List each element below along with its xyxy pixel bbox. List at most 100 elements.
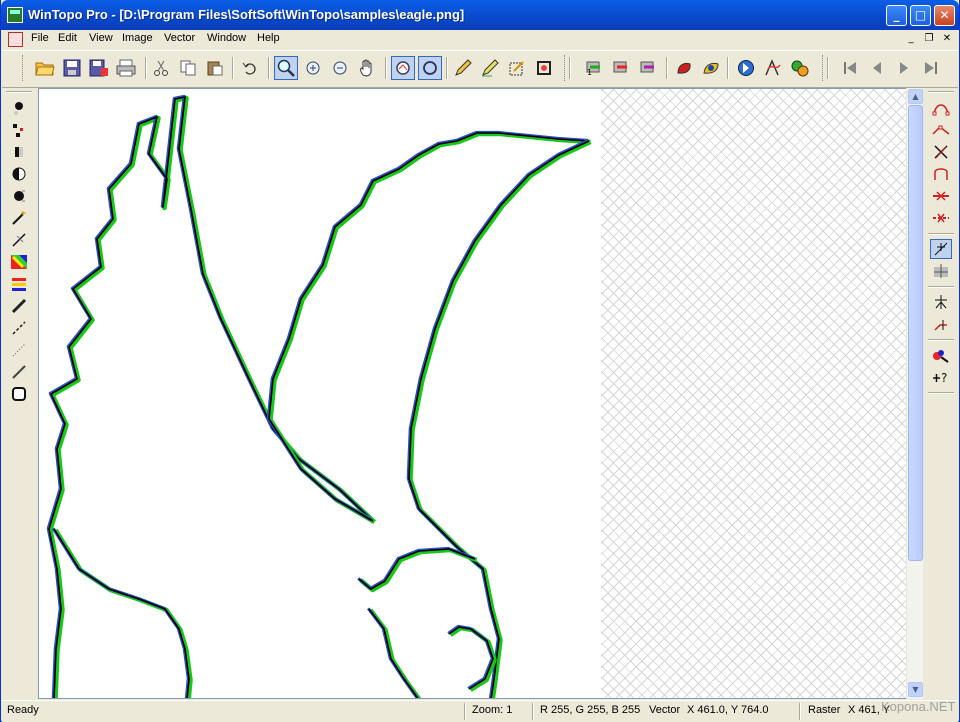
eagle-outline-stroke xyxy=(408,139,592,698)
undo-icon[interactable] xyxy=(238,56,262,80)
maximize-button[interactable]: □ xyxy=(910,5,931,26)
menu-file[interactable]: File xyxy=(31,32,49,44)
threshold-tool-icon[interactable] xyxy=(8,186,30,206)
color-stripes-icon[interactable] xyxy=(8,274,30,294)
toolbar-separator xyxy=(928,392,954,394)
menu-help[interactable]: Help xyxy=(257,32,280,44)
transform-icon[interactable] xyxy=(761,56,785,80)
color-fill-icon[interactable] xyxy=(672,56,696,80)
wand-tool-icon[interactable] xyxy=(8,208,30,228)
menu-vector[interactable]: Vector xyxy=(164,32,195,44)
toolbar-grip[interactable] xyxy=(564,55,568,81)
select-area-icon[interactable] xyxy=(505,56,529,80)
open-folder-icon[interactable] xyxy=(33,56,57,80)
grid-node-icon[interactable] xyxy=(930,261,952,281)
frame-tool-icon[interactable] xyxy=(8,384,30,404)
polyline-node-icon[interactable] xyxy=(930,120,952,140)
batch-icon[interactable] xyxy=(788,56,812,80)
print-icon[interactable] xyxy=(114,56,138,80)
scroll-down-button[interactable]: ▼ xyxy=(908,682,923,697)
scatter-tool-icon[interactable] xyxy=(8,120,30,140)
crop-icon[interactable] xyxy=(532,56,556,80)
color-swap-icon[interactable] xyxy=(699,56,723,80)
menu-window[interactable]: Window xyxy=(207,32,246,44)
zoom-icon[interactable] xyxy=(274,56,298,80)
image-canvas[interactable] xyxy=(38,88,908,699)
delete-node-icon[interactable] xyxy=(930,186,952,206)
cut-icon[interactable] xyxy=(149,56,173,80)
status-divider xyxy=(532,703,534,720)
mdi-close-button[interactable]: ✕ xyxy=(940,32,954,45)
zoom-out-icon[interactable] xyxy=(328,56,352,80)
line-edit-tool-icon[interactable] xyxy=(8,230,30,250)
title-bar[interactable]: WinTopo Pro - [D:\Program Files\SoftSoft… xyxy=(1,0,959,30)
last-page-icon[interactable] xyxy=(919,56,943,80)
toolbar-grip[interactable] xyxy=(22,55,26,81)
contrast-tool-icon[interactable] xyxy=(8,164,30,184)
close-button[interactable]: ✕ xyxy=(934,5,955,26)
eagle-outline-stroke xyxy=(268,132,590,522)
next-page-icon[interactable] xyxy=(892,56,916,80)
eagle-outline-stroke xyxy=(48,96,374,698)
save-icon[interactable] xyxy=(60,56,84,80)
copy-icon[interactable] xyxy=(176,56,200,80)
document-icon[interactable] xyxy=(8,32,23,47)
delete-segment-icon[interactable] xyxy=(930,208,952,228)
toolbar-grip[interactable] xyxy=(6,91,32,93)
thick-line-icon[interactable] xyxy=(8,296,30,316)
toolbar-separator xyxy=(928,286,954,288)
toolbar-grip[interactable] xyxy=(928,91,954,93)
window-title: WinTopo Pro - [D:\Program Files\SoftSoft… xyxy=(28,7,465,22)
status-divider xyxy=(799,703,801,720)
scroll-thumb[interactable] xyxy=(908,105,923,561)
join-node-icon[interactable] xyxy=(930,314,952,334)
select-node-icon[interactable] xyxy=(930,239,952,259)
vertical-scrollbar[interactable]: ▲ ▼ xyxy=(906,88,923,699)
first-page-icon[interactable] xyxy=(838,56,862,80)
menu-bar: File Edit View Image Vector Window Help … xyxy=(2,30,958,49)
mdi-minimize-button[interactable]: _ xyxy=(904,32,918,45)
eagle-outline-stroke xyxy=(266,130,589,522)
view-raster-icon[interactable] xyxy=(391,56,415,80)
curve-node-icon[interactable] xyxy=(930,98,952,118)
right-toolbar: ? xyxy=(924,89,958,700)
arc-node-icon[interactable] xyxy=(930,164,952,184)
cross-node-icon[interactable] xyxy=(930,142,952,162)
minimize-button[interactable]: _ xyxy=(886,5,907,26)
globe-icon[interactable] xyxy=(734,56,758,80)
dotted-line-icon[interactable] xyxy=(8,340,30,360)
paint-node-icon[interactable] xyxy=(930,345,952,365)
app-icon[interactable] xyxy=(7,7,23,23)
half-fill-tool-icon[interactable] xyxy=(8,142,30,162)
menu-view[interactable]: View xyxy=(89,32,113,44)
toolbar-grip[interactable] xyxy=(822,55,826,81)
save-as-icon[interactable] xyxy=(87,56,111,80)
eraser-icon[interactable] xyxy=(478,56,502,80)
zoom-in-icon[interactable] xyxy=(301,56,325,80)
eagle-outline-stroke xyxy=(408,140,590,698)
dot-tool-icon[interactable] xyxy=(8,98,30,118)
toolbar-separator xyxy=(928,339,954,341)
menu-edit[interactable]: Edit xyxy=(58,32,77,44)
paste-icon[interactable] xyxy=(203,56,227,80)
scroll-up-button[interactable]: ▲ xyxy=(908,89,923,104)
layer-red-icon[interactable]: 1 xyxy=(582,56,606,80)
main-toolbar: 1 xyxy=(2,50,958,88)
eagle-vector-drawing[interactable] xyxy=(39,89,908,699)
svg-text:1: 1 xyxy=(587,68,592,76)
help-node-icon[interactable]: ? xyxy=(930,367,952,387)
view-vector-icon[interactable] xyxy=(418,56,442,80)
split-node-icon[interactable] xyxy=(930,292,952,312)
status-ready: Ready xyxy=(7,704,39,716)
layer-green-icon[interactable] xyxy=(609,56,633,80)
color-palette-icon[interactable] xyxy=(8,252,30,272)
mdi-restore-button[interactable]: ❐ xyxy=(922,32,936,45)
straight-line-icon[interactable] xyxy=(8,362,30,382)
layer-purple-icon[interactable] xyxy=(636,56,660,80)
prev-page-icon[interactable] xyxy=(865,56,889,80)
menu-image[interactable]: Image xyxy=(122,32,153,44)
pencil-icon[interactable] xyxy=(451,56,475,80)
eagle-outline-stroke xyxy=(53,528,190,698)
pan-hand-icon[interactable] xyxy=(355,56,379,80)
dashed-line-icon[interactable] xyxy=(8,318,30,338)
